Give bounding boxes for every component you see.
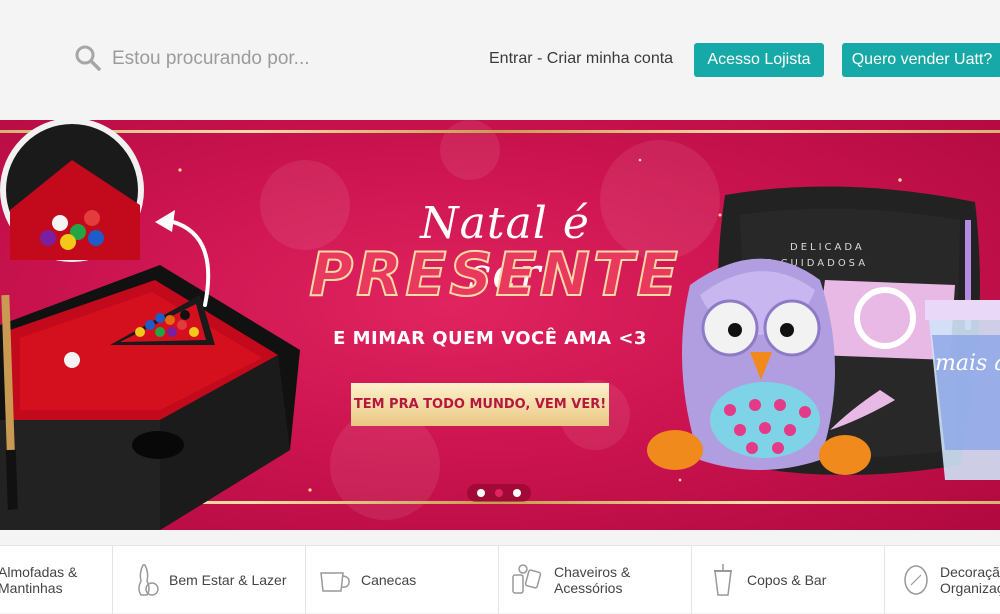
- site-header: Entrar - Criar minha conta Acesso Lojist…: [0, 0, 1000, 120]
- banner-product-art: DELICADA E CUIDADOSA mais: [0, 120, 1000, 530]
- category-chaveiros[interactable]: Chaveiros & Acessórios: [499, 546, 692, 614]
- retailer-access-button[interactable]: Acesso Lojista: [694, 43, 824, 77]
- hero-banner[interactable]: DELICADA E CUIDADOSA mais Natal é ser PR…: [0, 120, 1000, 530]
- cup-icon: [714, 564, 732, 596]
- category-bar: Almofadas & Mantinhas Bem Estar & Lazer …: [0, 545, 1000, 614]
- category-label: Copos & Bar: [747, 572, 827, 588]
- bowling-icon: [138, 564, 159, 596]
- category-almofadas[interactable]: Almofadas & Mantinhas: [0, 546, 113, 614]
- banner-cta-button[interactable]: TEM PRA TODO MUNDO, VEM VER!: [351, 383, 609, 426]
- pool-table-illustration: [0, 120, 300, 530]
- login-link[interactable]: Entrar - Criar minha conta: [489, 50, 673, 68]
- become-seller-button[interactable]: Quero vender Uatt?: [842, 43, 1000, 77]
- banner-subtitle: E MIMAR QUEM VOCÊ AMA <3: [333, 328, 647, 349]
- category-label: Almofadas & Mantinhas: [0, 564, 78, 596]
- keychain-icon: [512, 564, 542, 594]
- category-label: Decoração & Organização: [940, 564, 1000, 596]
- mirror-icon: [904, 565, 928, 595]
- banner-title-main: PRESENTE: [308, 239, 681, 311]
- carousel-dot-2[interactable]: [495, 489, 503, 497]
- category-label: Canecas: [361, 572, 417, 588]
- category-copos[interactable]: Copos & Bar: [692, 546, 885, 614]
- mug-icon: [320, 572, 350, 592]
- carousel-dot-3[interactable]: [513, 489, 521, 497]
- search-icon[interactable]: [74, 44, 102, 72]
- category-label: Bem Estar & Lazer: [169, 572, 287, 588]
- search-input[interactable]: [112, 40, 442, 78]
- category-label: Chaveiros & Acessórios: [554, 564, 631, 596]
- svg-text:DELICADA: DELICADA: [790, 242, 865, 253]
- category-bem-estar[interactable]: Bem Estar & Lazer: [113, 546, 306, 614]
- category-canecas[interactable]: Canecas: [306, 546, 499, 614]
- svg-text:mais amor: mais amor: [935, 351, 1000, 376]
- carousel-dots: [467, 484, 531, 502]
- category-decoracao[interactable]: Decoração & Organização: [885, 546, 1000, 614]
- carousel-dot-1[interactable]: [477, 489, 485, 497]
